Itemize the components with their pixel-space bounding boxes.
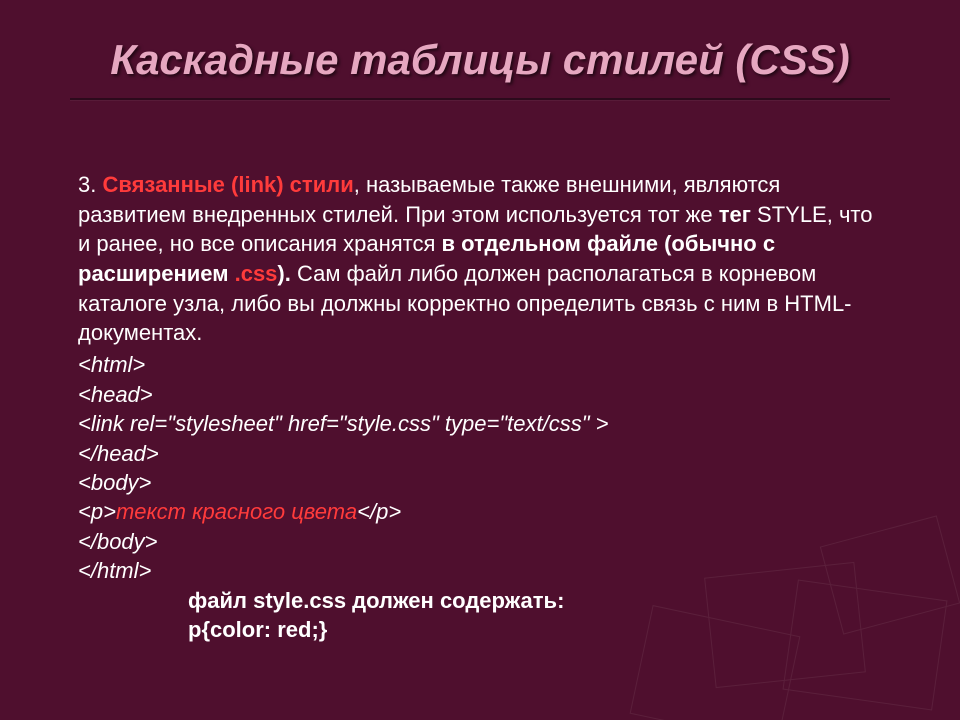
code-line: </html> <box>78 556 878 585</box>
code-example: <html> <head> <link rel="stylesheet" hre… <box>78 350 878 645</box>
code-tag: </p> <box>357 499 401 524</box>
highlight-css: .css <box>235 261 278 286</box>
code-line: <p>текст красного цвета</p> <box>78 497 878 526</box>
slide-title: Каскадные таблицы стилей (CSS) <box>110 36 849 84</box>
code-tag: <p> <box>78 499 116 524</box>
list-number: 3. <box>78 172 102 197</box>
title-block: Каскадные таблицы стилей (CSS) <box>0 36 960 100</box>
code-red-text: текст красного цвета <box>116 499 357 524</box>
paragraph: 3. Связанные (link) стили, называемые та… <box>78 170 878 348</box>
code-line: <html> <box>78 350 878 379</box>
code-line: </body> <box>78 527 878 556</box>
code-line: <head> <box>78 380 878 409</box>
bold-tag: тег <box>719 202 751 227</box>
slide: Каскадные таблицы стилей (CSS) 3. Связан… <box>0 0 960 720</box>
bold-close: ). <box>277 261 290 286</box>
footer-block: файл style.css должен содержать: p{color… <box>78 586 878 645</box>
code-line: </head> <box>78 439 878 468</box>
title-underline <box>70 98 890 100</box>
footer-line: p{color: red;} <box>188 615 878 644</box>
highlight-link-styles: Связанные (link) стили <box>102 172 353 197</box>
code-line: <link rel="stylesheet" href="style.css" … <box>78 409 878 438</box>
slide-body: 3. Связанные (link) стили, называемые та… <box>78 170 878 645</box>
footer-line: файл style.css должен содержать: <box>188 586 878 615</box>
code-line: <body> <box>78 468 878 497</box>
